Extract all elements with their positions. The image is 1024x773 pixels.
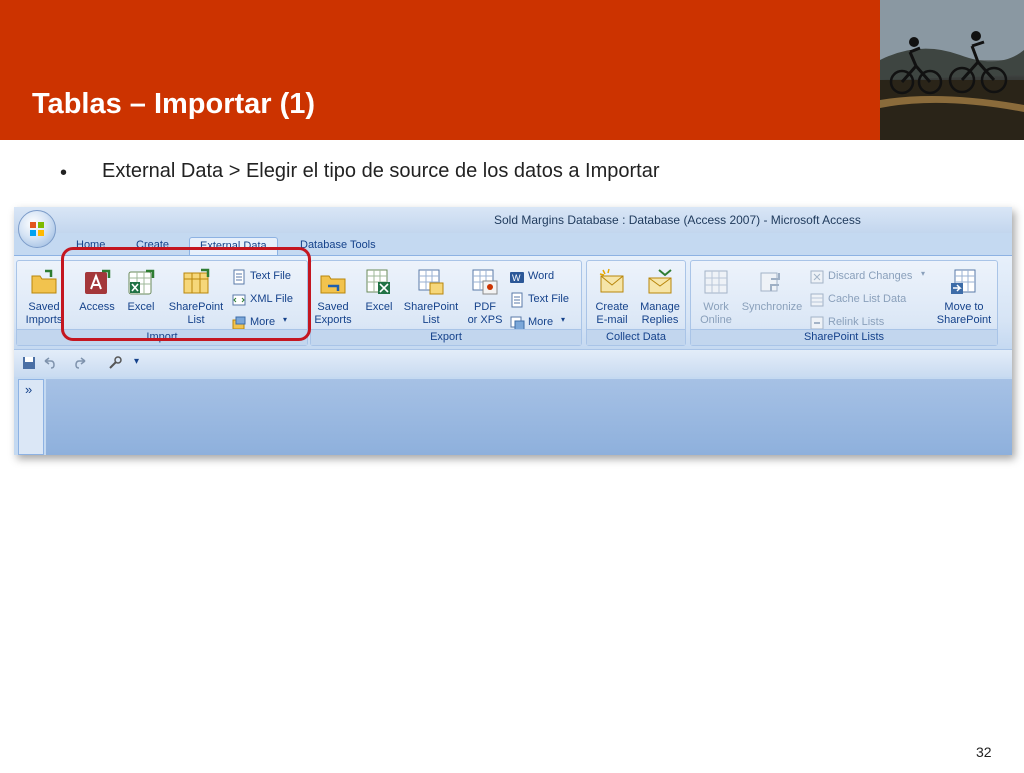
export-group: Saved Exports Excel SharePoint List PDF …: [310, 260, 582, 346]
office-button[interactable]: [18, 210, 56, 248]
import-highlight-annotation: [61, 247, 311, 341]
pdf-xps-icon: [472, 269, 498, 295]
folder-export-icon: [320, 275, 346, 294]
work-online-button[interactable]: Work Online: [693, 263, 739, 329]
chevron-down-icon: ▾: [561, 315, 566, 324]
saved-exports-button[interactable]: Saved Exports: [311, 263, 355, 329]
export-excel-button[interactable]: Excel: [359, 263, 399, 329]
sharepoint-export-icon: [418, 269, 444, 295]
access-window-screenshot: Sold Margins Database : Database (Access…: [14, 207, 1012, 455]
quick-access-toolbar: ▾: [14, 349, 1012, 377]
undo-icon[interactable]: [42, 356, 56, 370]
window-title: Sold Margins Database : Database (Access…: [494, 213, 861, 227]
create-email-button[interactable]: Create E-mail: [589, 263, 635, 329]
collect-data-group: Create E-mail Manage Replies Collect Dat…: [586, 260, 686, 346]
cache-icon: [810, 293, 824, 307]
cyclists-photo: [880, 0, 1024, 140]
export-group-label: Export: [311, 329, 581, 345]
qat-dropdown-icon[interactable]: ▾: [134, 356, 139, 367]
text-file-export-icon: [511, 292, 523, 308]
bullet-text: External Data > Elegir el tipo de source…: [102, 160, 660, 182]
folder-import-icon: [31, 269, 57, 294]
synchronize-icon: [760, 272, 780, 292]
work-online-icon: [704, 270, 728, 294]
export-sharepoint-list-button[interactable]: SharePoint List: [401, 263, 461, 329]
synchronize-button[interactable]: Synchronize: [737, 263, 807, 329]
move-to-sharepoint-button[interactable]: Move to SharePoint: [931, 263, 997, 329]
move-to-sharepoint-icon: [951, 269, 976, 294]
collect-data-group-label: Collect Data: [587, 329, 685, 345]
envelope-icon: [599, 268, 624, 293]
excel-export-icon: [366, 269, 390, 294]
export-pdf-xps-button[interactable]: PDF or XPS: [465, 263, 505, 329]
redo-icon[interactable]: [74, 356, 88, 370]
manage-replies-button[interactable]: Manage Replies: [637, 263, 683, 329]
expand-pane-icon[interactable]: »: [25, 382, 32, 397]
replies-icon: [648, 269, 672, 294]
workspace-area: [46, 379, 1012, 455]
window-titlebar: Sold Margins Database : Database (Access…: [14, 207, 1012, 233]
save-icon[interactable]: [22, 356, 36, 370]
office-logo-icon: [30, 222, 44, 236]
page-number: 32: [976, 744, 992, 760]
word-icon: W: [510, 272, 524, 283]
chevron-down-icon: ▾: [921, 269, 926, 278]
slide-title: Tablas – Importar (1): [32, 88, 316, 120]
sharepoint-lists-group-label: SharePoint Lists: [691, 329, 997, 345]
sharepoint-lists-group: Work Online Synchronize Discard Changes …: [690, 260, 998, 346]
svg-text:W: W: [512, 273, 521, 283]
bullet-point: •: [60, 162, 68, 184]
navigation-pane[interactable]: »: [18, 379, 44, 455]
discard-icon: [810, 270, 824, 284]
customize-tools-icon[interactable]: [108, 356, 122, 370]
